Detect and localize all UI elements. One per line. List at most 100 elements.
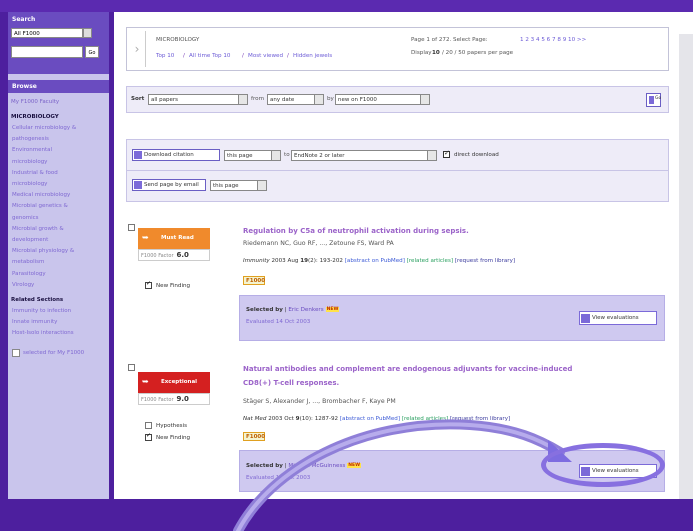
selected-by: Selected by | Eric Denkers NEW <box>246 307 340 313</box>
sort-go-button[interactable]: Go <box>646 93 661 107</box>
sidebar-search: Search All F1000 Go <box>8 12 109 74</box>
chevron-down-icon <box>420 95 429 104</box>
evaluated-date: Evaluated 14 Oct 2003 <box>246 319 311 325</box>
f1000-factor: F1000 Factor 6.0 <box>138 249 210 261</box>
display-selected: 10 <box>432 50 440 56</box>
abstract-link[interactable]: [abstract on PubMed] <box>340 416 400 422</box>
sidebar-item[interactable]: microbiology <box>8 157 109 168</box>
download-citation-button[interactable]: Download citation <box>132 149 220 161</box>
right-margin <box>679 12 693 499</box>
paper-select-checkbox[interactable] <box>128 364 135 371</box>
f1000-chip[interactable]: F1000 <box>243 276 265 285</box>
all-time-top10-link[interactable]: All time Top 10 <box>189 53 230 59</box>
frame-bottom-band <box>0 499 693 531</box>
selected-by-panel: Selected by | Eric Denkers NEW Evaluated … <box>239 295 665 341</box>
chevron-down-icon <box>314 95 323 104</box>
chevron-right-icon[interactable]: › <box>129 31 146 67</box>
request-library-link[interactable]: [request from library] <box>455 258 515 264</box>
highlight-ring <box>541 443 665 487</box>
sidebar: Search All F1000 Go Browse My F1000 Facu… <box>8 12 109 499</box>
direct-download-label: direct download <box>454 152 499 158</box>
display-label: Display <box>411 50 432 56</box>
sidebar-item[interactable]: Virology <box>8 280 109 291</box>
chevron-down-icon <box>427 151 436 160</box>
paper-authors: Stäger S, Alexander J, ..., Brombacher F… <box>243 398 396 405</box>
chevron-down-icon <box>238 95 247 104</box>
display-options[interactable]: / 20 / 50 papers per page <box>442 50 513 56</box>
tag-checkbox <box>145 422 152 429</box>
related-item[interactable]: Innate immunity <box>8 317 109 328</box>
exceptional-badge: ➥ Exceptional <box>138 372 210 393</box>
request-library-link[interactable]: [request from library] <box>450 416 510 422</box>
most-viewed-link[interactable]: Most viewed <box>248 53 283 59</box>
page-numbers[interactable]: 1 2 3 4 5 6 7 8 9 10 >> <box>520 37 586 43</box>
order-select[interactable]: new on F1000 <box>335 94 430 105</box>
send-by-email-button[interactable]: Send page by email <box>132 179 206 191</box>
paper-title-link[interactable]: Natural antibodies and complement are en… <box>243 365 572 373</box>
sort-label: Sort <box>131 96 145 102</box>
sidebar-item[interactable]: genomics <box>8 213 109 224</box>
email-scope-select[interactable]: this page <box>210 180 267 191</box>
citation-actions: Download citation this page to EndNote 2… <box>126 139 669 202</box>
arrow-icon: ➥ <box>142 377 149 386</box>
tag-label: New Finding <box>156 283 191 289</box>
search-scope-select[interactable]: All F1000 <box>11 28 83 38</box>
download-scope-select[interactable]: this page <box>224 150 281 161</box>
paper-title-link[interactable]: Regulation by C5a of neutrophil activati… <box>243 227 469 235</box>
sidebar-item[interactable]: development <box>8 235 109 246</box>
arrow-icon: ➥ <box>142 233 149 242</box>
related-item[interactable]: Immunity to infection <box>8 306 109 317</box>
tag-checkbox: ✓ <box>145 432 152 441</box>
chevron-down-icon[interactable] <box>83 28 92 38</box>
sidebar-item[interactable]: Parasitology <box>8 269 109 280</box>
related-articles-link[interactable]: [related articles] <box>407 258 453 264</box>
breadcrumb-title: MICROBIOLOGY <box>156 37 200 43</box>
f1000-factor: F1000 Factor 9.0 <box>138 393 210 405</box>
checkbox[interactable] <box>12 349 20 358</box>
browse-header: Browse <box>8 80 109 93</box>
must-read-badge: ➥ Must Read <box>138 228 210 249</box>
search-input[interactable] <box>11 46 83 58</box>
sidebar-item[interactable]: Environmental <box>8 145 109 156</box>
sidebar-item[interactable]: Cellular microbiology & <box>8 123 109 134</box>
paper-select-checkbox[interactable] <box>128 224 135 231</box>
my-faculty-link[interactable]: My F1000 Faculty <box>8 97 109 108</box>
search-go-button[interactable]: Go <box>85 46 99 58</box>
hidden-jewels-link[interactable]: Hidden jewels <box>293 53 332 59</box>
sidebar-item[interactable]: Medical microbiology <box>8 190 109 201</box>
selected-by: Selected by | Michael McGuinness NEW <box>246 463 362 469</box>
abstract-link[interactable]: [abstract on PubMed] <box>345 258 405 264</box>
chevron-down-icon <box>257 181 266 190</box>
chevron-down-icon <box>271 151 280 160</box>
tag-label: New Finding <box>156 435 191 441</box>
paper-authors: Riedemann NC, Guo RF, ..., Zetoune FS, W… <box>243 240 394 247</box>
related-item[interactable]: Host-Isolo interactions <box>8 328 109 339</box>
sidebar-item[interactable]: Microbial growth & <box>8 224 109 235</box>
sidebar-item[interactable]: microbiology <box>8 179 109 190</box>
sidebar-item[interactable]: Industrial & food <box>8 168 109 179</box>
sort-bar: Sort all papers from any date by new on … <box>126 86 669 113</box>
paper-title-link-line2[interactable]: CD8(+) T-cell responses. <box>243 379 339 387</box>
navigation-box: › MICROBIOLOGY Top 10 / All time Top 10 … <box>126 27 669 71</box>
frame-top-border <box>0 0 693 12</box>
f1000-chip[interactable]: F1000 <box>243 432 265 441</box>
paper-citation: Nat Med 2003 Oct 9(10): 1287-92 [abstrac… <box>243 416 511 422</box>
sidebar-item[interactable]: pathogenesis <box>8 134 109 145</box>
paper-citation: Immunity 2003 Aug 19(2): 193-202 [abstra… <box>243 258 516 264</box>
sidebar-item[interactable]: Microbial physiology & <box>8 246 109 257</box>
top10-link[interactable]: Top 10 <box>156 53 174 59</box>
page-info: Page 1 of 272. Select Page: <box>411 37 488 43</box>
sidebar-item[interactable]: metabolism <box>8 257 109 268</box>
evaluated-date: Evaluated 14 Oct 2003 <box>246 475 311 481</box>
direct-download-checkbox[interactable]: ✓ <box>443 149 450 158</box>
sidebar-subject-list: Cellular microbiology & pathogenesis Env… <box>8 123 109 291</box>
sidebar-item[interactable]: Microbial genetics & <box>8 201 109 212</box>
related-articles-link[interactable]: [related articles] <box>402 416 448 422</box>
selected-for-my-f1000[interactable]: selected for My F1000 <box>8 348 109 359</box>
citation-format-select[interactable]: EndNote 2 or later <box>291 150 437 161</box>
papers-select[interactable]: all papers <box>148 94 248 105</box>
related-sections-heading: Related Sections <box>11 297 64 304</box>
view-evaluations-button[interactable]: View evaluations <box>579 311 657 325</box>
selected-label: selected for My F1000 <box>23 349 85 356</box>
date-select[interactable]: any date <box>267 94 324 105</box>
